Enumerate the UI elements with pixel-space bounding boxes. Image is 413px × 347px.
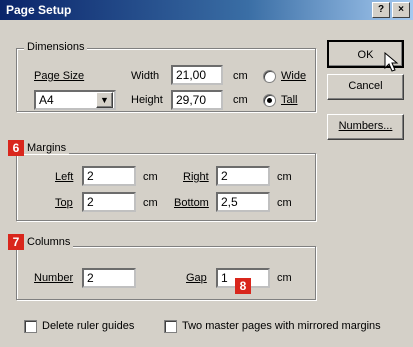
two-master-label: Two master pages with mirrored margins — [182, 320, 381, 332]
columns-legend: Columns — [24, 236, 74, 248]
margin-right-unit: cm — [277, 171, 292, 183]
help-button[interactable]: ? — [372, 2, 390, 18]
height-unit: cm — [233, 94, 248, 106]
orientation-wide-radio[interactable] — [263, 70, 276, 83]
margin-right-input[interactable]: 2 — [216, 166, 270, 186]
step-badge-6: 6 — [8, 140, 24, 156]
chevron-down-icon[interactable]: ▼ — [96, 92, 113, 108]
width-input[interactable]: 21,00 — [171, 65, 223, 85]
cancel-button[interactable]: Cancel — [327, 74, 404, 100]
margin-left-label: Left — [55, 171, 74, 183]
margin-bottom-input[interactable]: 2,5 — [216, 192, 270, 212]
width-unit: cm — [233, 70, 248, 82]
margin-top-unit: cm — [143, 197, 158, 209]
dimensions-legend: Dimensions — [24, 41, 88, 53]
two-master-checkbox[interactable] — [164, 320, 177, 333]
margins-legend: Margins — [24, 142, 70, 154]
columns-number-label: Number — [34, 272, 74, 284]
columns-number-input[interactable]: 2 — [82, 268, 136, 288]
height-input[interactable]: 29,70 — [171, 90, 223, 110]
margin-bottom-label: Bottom — [174, 197, 209, 209]
columns-gap-label: Gap — [186, 272, 207, 284]
columns-gap-unit: cm — [277, 272, 292, 284]
margin-left-input[interactable]: 2 — [82, 166, 136, 186]
margin-top-input[interactable]: 2 — [82, 192, 136, 212]
step-badge-8: 8 — [235, 278, 251, 294]
margin-left-unit: cm — [143, 171, 158, 183]
delete-guides-checkbox[interactable] — [24, 320, 37, 333]
page-size-value: A4 — [39, 93, 54, 107]
orientation-wide-label: Wide — [281, 70, 307, 82]
width-label: Width — [131, 70, 160, 82]
delete-guides-label: Delete ruler guides — [42, 320, 135, 332]
height-label: Height — [131, 94, 163, 106]
close-button[interactable]: × — [392, 2, 410, 18]
orientation-tall-label: Tall — [281, 94, 298, 106]
numbers-button[interactable]: Numbers... — [327, 114, 404, 140]
window-title: Page Setup — [6, 3, 72, 17]
margin-top-label: Top — [55, 197, 73, 209]
margin-right-label: Right — [183, 171, 209, 183]
page-size-label: Page Size — [34, 70, 85, 82]
step-badge-7: 7 — [8, 234, 24, 250]
orientation-tall-radio[interactable] — [263, 94, 276, 107]
margins-group — [16, 153, 316, 221]
margin-bottom-unit: cm — [277, 197, 292, 209]
cursor-icon — [384, 52, 399, 72]
